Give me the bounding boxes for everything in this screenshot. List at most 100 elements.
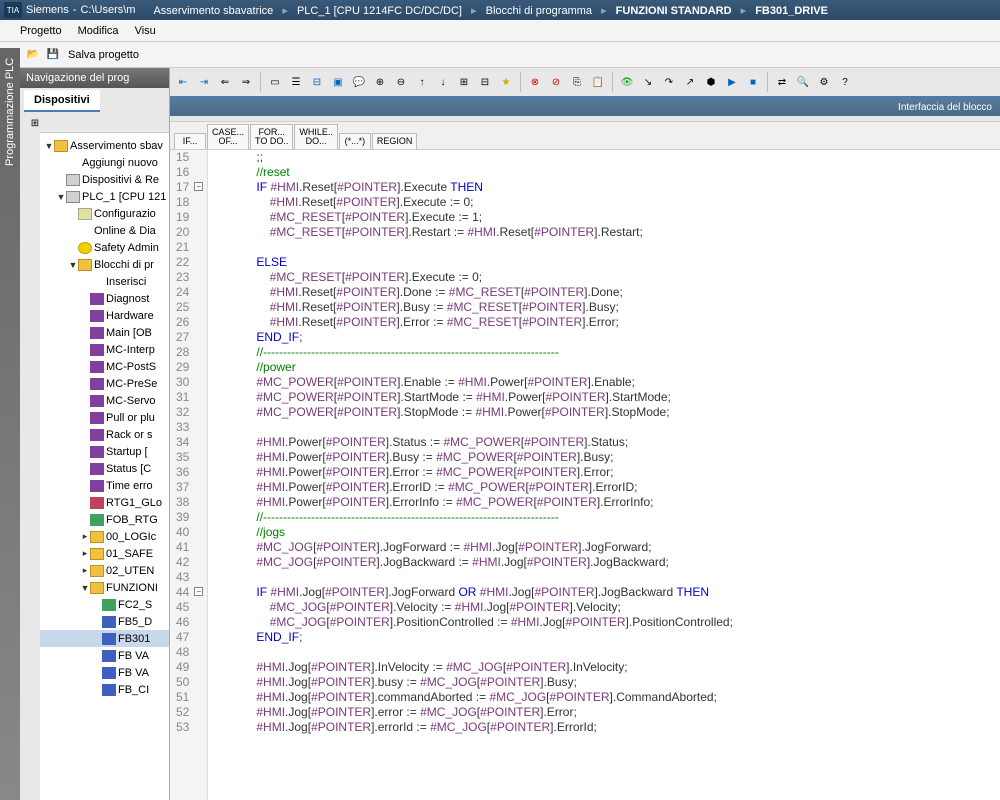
tree-item[interactable]: Hardware bbox=[40, 307, 169, 324]
sidebar-tab-plc[interactable]: Programmazione PLC bbox=[0, 48, 20, 800]
copy-icon[interactable]: ⎘ bbox=[568, 73, 586, 91]
tree-item[interactable]: Aggiungi nuovo bbox=[40, 154, 169, 171]
paste-icon[interactable]: 📋 bbox=[589, 73, 607, 91]
menu-item[interactable]: Modifica bbox=[70, 25, 127, 37]
indent-right-icon[interactable]: ⇒ bbox=[237, 73, 255, 91]
devices-tab[interactable]: Dispositivi bbox=[24, 90, 100, 112]
tree-twisty-icon[interactable]: ▸ bbox=[80, 531, 90, 542]
indent-left-icon[interactable]: ⇐ bbox=[216, 73, 234, 91]
tree-twisty-icon[interactable]: ▸ bbox=[80, 565, 90, 576]
help-icon[interactable]: ? bbox=[836, 73, 854, 91]
error-icon[interactable]: ⊗ bbox=[526, 73, 544, 91]
tree-item[interactable]: ▼PLC_1 [CPU 121 bbox=[40, 188, 169, 205]
tree-twisty-icon[interactable]: ▸ bbox=[80, 548, 90, 559]
open-project-icon[interactable]: 📂 bbox=[24, 46, 42, 64]
tree-item[interactable]: Safety Admin bbox=[40, 239, 169, 256]
tree-item[interactable]: MC-PostS bbox=[40, 358, 169, 375]
tree-item[interactable]: Main [OB bbox=[40, 324, 169, 341]
breadcrumb-item[interactable]: FUNZIONI STANDARD bbox=[610, 5, 738, 17]
tree-item[interactable]: Diagnost bbox=[40, 290, 169, 307]
tree-item[interactable]: MC-Interp bbox=[40, 341, 169, 358]
tree-item[interactable]: ▸01_SAFE bbox=[40, 545, 169, 562]
tree-twisty-icon[interactable]: ▼ bbox=[68, 260, 78, 270]
expand-icon[interactable]: ⊞ bbox=[455, 73, 473, 91]
step-in-icon[interactable]: ↘ bbox=[639, 73, 657, 91]
tree-item[interactable]: Time erro bbox=[40, 477, 169, 494]
monitor-icon[interactable]: 👁 bbox=[618, 73, 636, 91]
fold-icon[interactable]: − bbox=[194, 587, 203, 596]
tree-item[interactable]: MC-PreSe bbox=[40, 375, 169, 392]
tree-item[interactable]: Dispositivi & Re bbox=[40, 171, 169, 188]
breadcrumb-item[interactable]: PLC_1 [CPU 1214FC DC/DC/DC] bbox=[291, 5, 468, 17]
tree-twisty-icon[interactable]: ▼ bbox=[44, 141, 54, 151]
tree-item[interactable]: ▼Blocchi di pr bbox=[40, 256, 169, 273]
tree-twisty-icon[interactable]: ▼ bbox=[80, 583, 90, 593]
tree-item[interactable]: Status [C bbox=[40, 460, 169, 477]
insert-icon[interactable]: ⊕ bbox=[371, 73, 389, 91]
step-over-icon[interactable]: ↷ bbox=[660, 73, 678, 91]
tree-twisty-icon[interactable]: ▼ bbox=[56, 192, 66, 202]
code-area[interactable]: ;; //reset IF #HMI.Reset[#POINTER].Execu… bbox=[208, 150, 1000, 800]
stop-icon[interactable]: ■ bbox=[744, 73, 762, 91]
go-end-icon[interactable]: ⇥ bbox=[195, 73, 213, 91]
up-icon[interactable]: ↑ bbox=[413, 73, 431, 91]
step-out-icon[interactable]: ↗ bbox=[681, 73, 699, 91]
tree-item[interactable]: Pull or plu bbox=[40, 409, 169, 426]
list-icon[interactable]: ☰ bbox=[287, 73, 305, 91]
compare-icon[interactable]: ⇄ bbox=[773, 73, 791, 91]
menu-item[interactable]: Visu bbox=[127, 25, 164, 37]
tree-item[interactable]: MC-Servo bbox=[40, 392, 169, 409]
tree-view-icon[interactable]: ⊞ bbox=[26, 114, 44, 132]
tree-item[interactable]: Configurazio bbox=[40, 205, 169, 222]
tree-item[interactable]: ▸00_LOGIc bbox=[40, 528, 169, 545]
menu-item[interactable]: Progetto bbox=[12, 25, 70, 37]
breadcrumb-item[interactable]: Blocchi di programma bbox=[480, 5, 598, 17]
block-icon[interactable]: ▣ bbox=[329, 73, 347, 91]
comment-icon[interactable]: 💬 bbox=[350, 73, 368, 91]
tree-item[interactable]: FB_CI bbox=[40, 681, 169, 698]
search-icon[interactable]: 🔍 bbox=[794, 73, 812, 91]
project-tree[interactable]: ▼Asservimento sbavAggiungi nuovoDisposit… bbox=[40, 132, 169, 800]
scl-tab[interactable]: WHILE..DO... bbox=[294, 124, 338, 149]
collapse-icon[interactable]: ⊟ bbox=[476, 73, 494, 91]
fold-icon[interactable]: − bbox=[194, 182, 203, 191]
branch-icon[interactable]: ⊟ bbox=[308, 73, 326, 91]
tree-item[interactable]: RTG1_GLo bbox=[40, 494, 169, 511]
tree-item[interactable]: Rack or s bbox=[40, 426, 169, 443]
warning-icon[interactable]: ⊘ bbox=[547, 73, 565, 91]
scl-snippet-tabs[interactable]: IF...CASE...OF...FOR...TO DO..WHILE..DO.… bbox=[170, 122, 1000, 150]
scl-tab[interactable]: IF... bbox=[174, 133, 206, 149]
run-icon[interactable]: ▶ bbox=[723, 73, 741, 91]
network-icon[interactable]: ▭ bbox=[266, 73, 284, 91]
tree-item[interactable]: FB5_D bbox=[40, 613, 169, 630]
down-icon[interactable]: ↓ bbox=[434, 73, 452, 91]
tree-item[interactable]: FB301 bbox=[40, 630, 169, 647]
scl-tab[interactable]: (*...*) bbox=[339, 133, 371, 149]
tree-item[interactable]: ▸02_UTEN bbox=[40, 562, 169, 579]
remove-icon[interactable]: ⊖ bbox=[392, 73, 410, 91]
tree-item[interactable]: ▼FUNZIONI bbox=[40, 579, 169, 596]
breakpoint-icon[interactable]: ⬢ bbox=[702, 73, 720, 91]
breadcrumb-item[interactable]: FB301_DRIVE bbox=[749, 5, 834, 17]
bookmark-icon[interactable]: ★ bbox=[497, 73, 515, 91]
tree-item[interactable]: FB VA bbox=[40, 647, 169, 664]
tree-item[interactable]: Startup [ bbox=[40, 443, 169, 460]
tree-item[interactable]: FOB_RTG bbox=[40, 511, 169, 528]
save-icon[interactable]: 💾 bbox=[44, 46, 62, 64]
menu-items[interactable]: ProgettoModificaVisu bbox=[4, 25, 172, 37]
breadcrumb-item[interactable]: Asservimento sbavatrice bbox=[147, 5, 279, 17]
scl-tab[interactable]: FOR...TO DO.. bbox=[250, 124, 293, 149]
tree-item[interactable]: FC2_S bbox=[40, 596, 169, 613]
code-editor[interactable]: 151617−181920212223242526272829303132333… bbox=[170, 150, 1000, 800]
tree-item[interactable]: Online & Dia bbox=[40, 222, 169, 239]
settings-icon[interactable]: ⚙ bbox=[815, 73, 833, 91]
tree-item[interactable]: ▼Asservimento sbav bbox=[40, 137, 169, 154]
go-start-icon[interactable]: ⇤ bbox=[174, 73, 192, 91]
save-project-label[interactable]: Salva progetto bbox=[64, 49, 143, 61]
tree-item[interactable]: FB VA bbox=[40, 664, 169, 681]
tree-item[interactable]: Inserisci bbox=[40, 273, 169, 290]
breadcrumb[interactable]: Asservimento sbavatrice ▸ PLC_1 [CPU 121… bbox=[147, 4, 834, 17]
block-interface-header[interactable]: Interfaccia del blocco bbox=[170, 98, 1000, 116]
scl-tab[interactable]: CASE...OF... bbox=[207, 124, 249, 149]
scl-tab[interactable]: REGION bbox=[372, 133, 418, 149]
